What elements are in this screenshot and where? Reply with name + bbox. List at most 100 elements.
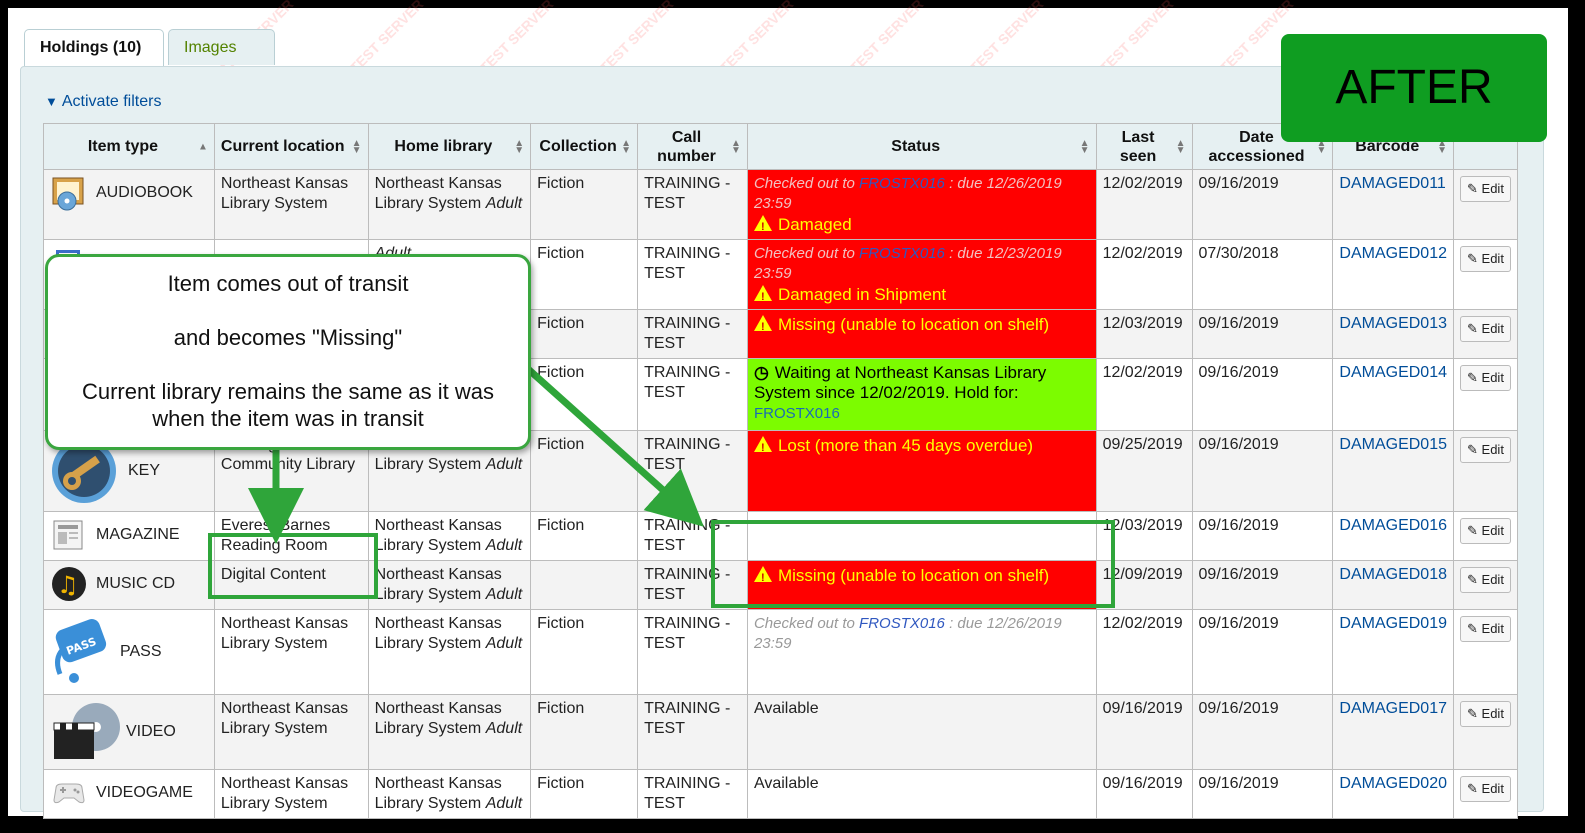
watermark-text: TEST SERVER (346, 0, 427, 76)
status-text: Available (753, 700, 819, 717)
barcode-cell: DAMAGED018 (1332, 560, 1454, 610)
status-cell: Available (746, 769, 1097, 819)
patron-link[interactable]: FROSTX016 (859, 175, 945, 192)
warning-icon (753, 215, 772, 237)
col-header-last-seen[interactable]: Last seen ▲ ▼ (1095, 123, 1193, 170)
sort-asc-icon: ▲ (198, 141, 208, 152)
col-header-item-type[interactable]: Item type ▲ (43, 123, 215, 170)
col-header-current-location[interactable]: Current location ▲ ▼ (213, 123, 369, 170)
barcode-cell: DAMAGED019 (1332, 609, 1454, 695)
item-type-label: KEY (128, 462, 161, 479)
pencil-icon: ✎ (1467, 781, 1478, 796)
barcode-cell: DAMAGED020 (1332, 769, 1454, 819)
table-row: VIDEOGAME Northeast Kansas Library System… (43, 769, 1518, 819)
home-library-cell: Northeast Kansas Library System Adult (367, 169, 532, 240)
edit-button[interactable]: ✎ Edit (1460, 365, 1511, 391)
barcode-link[interactable]: DAMAGED015 (1339, 436, 1447, 453)
edit-button[interactable]: ✎ Edit (1460, 701, 1511, 727)
collection-cell: Fiction (530, 169, 639, 240)
actions-cell: ✎ Edit (1453, 169, 1518, 240)
barcode-link[interactable]: DAMAGED020 (1339, 775, 1447, 792)
collection-cell: Fiction (530, 309, 639, 359)
activate-filters-label: Activate filters (61, 93, 162, 110)
home-library-cell: Northeast Kansas Library System Adult (367, 560, 532, 610)
actions-cell: ✎ Edit (1453, 430, 1518, 512)
item-type-cell: PASS PASS (43, 609, 215, 695)
tab-holdings[interactable]: Holdings (10) (24, 29, 164, 66)
edit-button[interactable]: ✎ Edit (1460, 567, 1511, 593)
barcode-link[interactable]: DAMAGED017 (1339, 700, 1447, 717)
current-location-cell: Northeast Kansas Library System (213, 769, 369, 819)
barcode-link[interactable]: DAMAGED014 (1339, 364, 1447, 381)
edit-button[interactable]: ✎ Edit (1460, 518, 1511, 544)
barcode-link[interactable]: DAMAGED011 (1339, 175, 1445, 192)
pencil-icon: ✎ (1467, 321, 1478, 336)
edit-button[interactable]: ✎ Edit (1460, 616, 1511, 642)
barcode-link[interactable]: DAMAGED012 (1339, 245, 1447, 262)
edit-button[interactable]: ✎ Edit (1460, 437, 1511, 463)
call-number-cell: TRAINING - TEST (637, 169, 748, 240)
edit-button[interactable]: ✎ Edit (1460, 316, 1511, 342)
call-number-cell: TRAINING - TEST (637, 239, 748, 310)
col-header-home-library[interactable]: Home library ▲ ▼ (367, 123, 532, 170)
pencil-icon: ✎ (1467, 621, 1478, 636)
item-type-cell: VIDEOGAME (43, 769, 215, 819)
date-accessioned-cell: 09/16/2019 (1191, 430, 1334, 512)
watermark-text: TEST SERVER (596, 0, 677, 76)
tab-images[interactable]: Images (0) (168, 29, 275, 92)
last-seen-cell: 12/02/2019 (1095, 609, 1193, 695)
audiobook-icon (50, 174, 88, 212)
edit-button[interactable]: ✎ Edit (1460, 176, 1511, 202)
callout-line2: and becomes "Missing" (173, 325, 403, 350)
activate-filters-link[interactable]: ▼ Activate filters (45, 93, 161, 111)
barcode-link[interactable]: DAMAGED016 (1339, 517, 1447, 534)
barcode-cell: DAMAGED012 (1332, 239, 1454, 310)
checked-out-text: Checked out to FROSTX016 : due 12/23/201… (753, 245, 1062, 282)
barcode-link[interactable]: DAMAGED018 (1339, 566, 1447, 583)
barcode-cell: DAMAGED013 (1332, 309, 1454, 359)
barcode-cell: DAMAGED014 (1332, 358, 1454, 431)
warning-icon (753, 436, 772, 458)
date-accessioned-cell: 09/16/2019 (1191, 358, 1334, 431)
last-seen-cell: 09/16/2019 (1095, 694, 1193, 770)
edit-button[interactable]: ✎ Edit (1460, 246, 1511, 272)
collection-cell: Fiction (530, 358, 639, 431)
item-type-label: MAGAZINE (96, 526, 180, 543)
patron-link[interactable]: FROSTX016 (859, 245, 945, 262)
home-library-cell: Northeast Kansas Library System Adult (367, 769, 532, 819)
edit-button[interactable]: ✎ Edit (1460, 776, 1511, 802)
pencil-icon: ✎ (1467, 251, 1478, 266)
patron-link[interactable]: FROSTX016 (859, 615, 945, 632)
collection-cell: Fiction (530, 769, 639, 819)
item-type-label: VIDEO (126, 723, 176, 740)
pencil-icon: ✎ (1467, 370, 1478, 385)
current-location-cell: Northeast Kansas Library System (213, 609, 369, 695)
call-number-cell: TRAINING - TEST (637, 769, 748, 819)
status-alert: Lost (more than 45 days overdue) (753, 435, 1090, 458)
barcode-cell: DAMAGED015 (1332, 430, 1454, 512)
col-header-collection[interactable]: Collection ▲ ▼ (530, 123, 639, 170)
table-row: AUDIOBOOK Northeast Kansas Library System… (43, 169, 1518, 240)
checked-out-text: Checked out to FROSTX016 : due 12/26/201… (753, 615, 1062, 652)
sort-icon: ▲ ▼ (731, 137, 741, 156)
status-alert: Damaged in Shipment (753, 284, 1090, 307)
barcode-link[interactable]: DAMAGED019 (1339, 615, 1447, 632)
date-accessioned-cell: 09/16/2019 (1191, 769, 1334, 819)
col-header-status[interactable]: Status ▲ ▼ (746, 123, 1097, 170)
hold-patron-link[interactable]: FROSTX016 (754, 405, 840, 422)
status-cell: Checked out to FROSTX016 : due 12/23/201… (746, 239, 1097, 310)
barcode-link[interactable]: DAMAGED013 (1339, 315, 1447, 332)
warning-icon (753, 285, 772, 307)
pencil-icon: ✎ (1467, 523, 1478, 538)
item-type-label: AUDIOBOOK (96, 184, 193, 201)
actions-cell: ✎ Edit (1453, 511, 1518, 561)
status-cell: Checked out to FROSTX016 : due 12/26/201… (746, 169, 1097, 240)
col-header-call-number[interactable]: Call number ▲ ▼ (637, 123, 748, 170)
actions-cell: ✎ Edit (1453, 560, 1518, 610)
date-accessioned-cell: 09/16/2019 (1191, 560, 1334, 610)
item-type-cell: AUDIOBOOK (43, 169, 215, 240)
filter-icon: ▼ (45, 94, 58, 109)
table-row: PASS PASS Northeast Kansas Library System N… (43, 609, 1518, 695)
highlight-current-location-box (208, 533, 378, 599)
home-library-cell: Northeast Kansas Library System Adult (367, 694, 532, 770)
